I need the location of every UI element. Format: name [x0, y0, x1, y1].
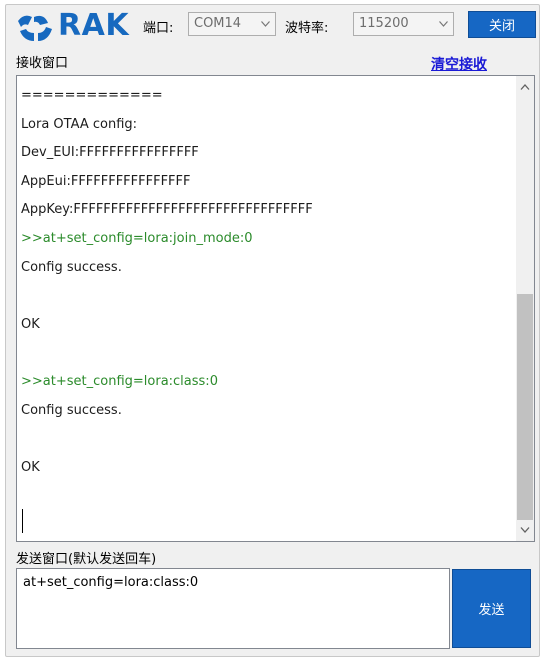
receive-line: Dev_EUI:FFFFFFFFFFFFFFFF — [21, 145, 199, 161]
receive-window-label: 接收窗口 — [16, 56, 69, 71]
send-button[interactable]: 发送 — [452, 569, 531, 648]
send-textarea[interactable]: at+set_config=lora:class:0 — [16, 568, 450, 649]
chevron-down-icon — [255, 13, 275, 35]
receive-scrollbar[interactable] — [516, 76, 534, 541]
close-port-button-label: 关闭 — [488, 19, 515, 34]
receive-line — [21, 282, 512, 311]
baud-select-value: 115200 — [359, 16, 409, 31]
receive-textarea[interactable]: ============= Lora OTAA config: Dev_EUI:FF… — [16, 75, 535, 542]
logo-text: RAK — [58, 8, 130, 43]
scroll-down-icon[interactable] — [516, 521, 534, 539]
receive-line: OK — [21, 459, 40, 475]
port-select[interactable]: COM14 — [188, 12, 276, 36]
scroll-up-icon[interactable] — [516, 78, 534, 96]
receive-command-line: >>at+set_config=lora:join_mode:0 — [21, 230, 253, 246]
send-button-label: 发送 — [478, 603, 505, 618]
receive-line: AppKey:FFFFFFFFFFFFFFFFFFFFFFFFFFFFFFFF — [21, 202, 313, 218]
clear-receive-link[interactable]: 清空接收 — [431, 54, 487, 74]
baud-select[interactable]: 115200 — [353, 12, 454, 36]
close-port-button[interactable]: 关闭 — [468, 11, 536, 38]
send-window-label: 发送窗口(默认发送回车) — [16, 552, 157, 567]
receive-line: Config success. — [21, 402, 122, 418]
port-label: 端口: — [143, 21, 174, 36]
receive-line — [21, 425, 512, 454]
receive-line: OK — [21, 316, 40, 332]
receive-line — [21, 339, 512, 368]
rak-logo-icon — [18, 15, 52, 41]
text-caret — [22, 509, 23, 533]
chevron-down-icon — [433, 13, 453, 35]
receive-line: Config success. — [21, 259, 122, 275]
receive-line: Lora OTAA config: — [21, 116, 138, 132]
send-textarea-value: at+set_config=lora:class:0 — [23, 575, 199, 590]
receive-command-line: >>at+set_config=lora:class:0 — [21, 373, 218, 389]
serial-tool-window: RAK 端口: COM14 波特率: 115200 关闭 接收窗口 清空接收 =… — [5, 4, 540, 657]
port-select-value: COM14 — [194, 16, 242, 31]
rak-logo: RAK — [14, 8, 132, 45]
receive-lines: ============= Lora OTAA config: Dev_EUI:FF… — [21, 82, 512, 482]
receive-line: ============= — [21, 88, 163, 103]
scroll-thumb[interactable] — [517, 294, 533, 520]
baud-label: 波特率: — [285, 21, 329, 36]
receive-line: AppEui:FFFFFFFFFFFFFFFF — [21, 173, 191, 189]
